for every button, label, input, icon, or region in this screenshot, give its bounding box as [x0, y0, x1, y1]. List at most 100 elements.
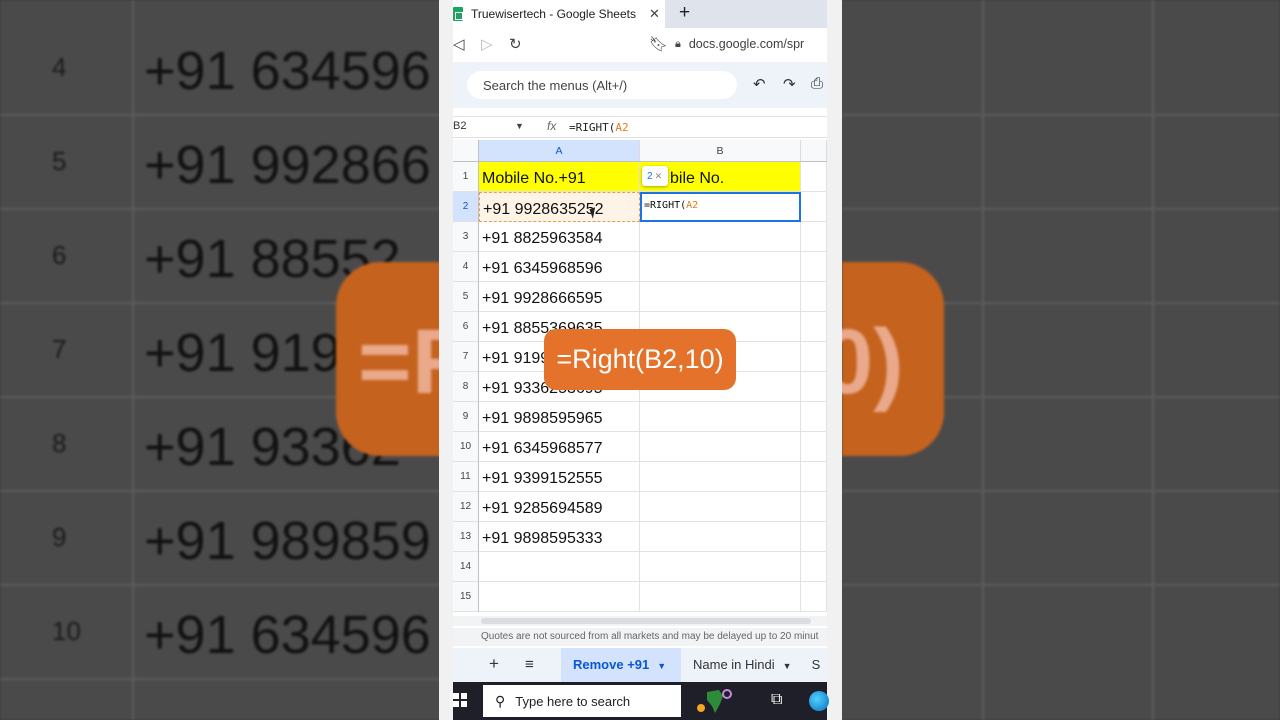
back-icon[interactable]: ◁ [453, 35, 465, 53]
scrollbar-thumb[interactable] [481, 618, 811, 624]
cell-a[interactable]: +91 6345968577 [479, 432, 640, 462]
taskbar-search-box[interactable]: ⚲ Type here to search [483, 685, 681, 717]
row-header[interactable]: 7 [453, 342, 479, 372]
row-header[interactable]: 2 [453, 192, 479, 222]
quotes-disclaimer: Quotes are not sourced from all markets … [453, 628, 827, 646]
table-row: 1 Mobile No.+91 bile No. [453, 162, 827, 192]
cell-c[interactable] [801, 312, 827, 342]
bg-row-value: +91 919 [144, 323, 341, 383]
select-all-corner[interactable] [453, 140, 479, 162]
cell-b[interactable] [640, 522, 801, 552]
column-header-c[interactable] [801, 140, 827, 162]
cell-a[interactable]: +91 9399152555 [479, 462, 640, 492]
cell-a[interactable]: +91 9898595965 [479, 402, 640, 432]
sheet-tab[interactable]: Name in Hindi ▼ S [681, 648, 820, 682]
cell-b[interactable] [640, 552, 801, 582]
autocomplete-chip[interactable]: 2 ✕ [642, 166, 668, 186]
cell-b2-editor[interactable]: =RIGHT(A2 [640, 192, 801, 222]
forward-icon[interactable]: ▷ [481, 35, 493, 53]
row-header[interactable]: 8 [453, 372, 479, 402]
column-header-a[interactable]: A [479, 140, 640, 162]
cell-c[interactable] [801, 402, 827, 432]
cell-b[interactable] [640, 252, 801, 282]
formula-input[interactable]: =RIGHT(A2 [569, 121, 629, 134]
redo-icon[interactable]: ↷ [783, 75, 796, 93]
cell-a[interactable]: +91 6345968596 [479, 252, 640, 282]
row-header[interactable]: 14 [453, 552, 479, 582]
cell-b[interactable] [640, 462, 801, 492]
close-tab-icon[interactable]: ✕ [649, 6, 660, 22]
row-header[interactable]: 10 [453, 432, 479, 462]
add-sheet-icon[interactable]: + [489, 654, 499, 674]
cell-c[interactable] [801, 522, 827, 552]
chevron-down-icon[interactable]: ▼ [657, 661, 666, 671]
table-row: 10 +91 6345968577 [453, 432, 827, 462]
cell-a[interactable]: +91 8825963584 [479, 222, 640, 252]
cell-b[interactable] [640, 582, 801, 612]
cell-a[interactable]: +91 9285694589 [479, 492, 640, 522]
row-header[interactable]: 11 [453, 462, 479, 492]
row-header[interactable]: 3 [453, 222, 479, 252]
cell-a[interactable]: +91 9898595333 [479, 522, 640, 552]
bg-row: 10 +91 634596 [0, 586, 440, 680]
cell-c[interactable] [801, 222, 827, 252]
sheet-tab-active[interactable]: Remove +91 ▼ [561, 648, 681, 682]
windows-start-icon[interactable] [453, 693, 467, 707]
editor-formula-prefix: =RIGHT( [644, 200, 687, 211]
cell-a1[interactable]: Mobile No.+91 [479, 162, 640, 192]
bg-row-number: 4 [52, 52, 67, 82]
print-icon[interactable]: ⎙ [811, 75, 823, 92]
browser-tab-title: Truewisertech - Google Sheets [471, 7, 636, 21]
cell-c[interactable] [801, 492, 827, 522]
row-header[interactable]: 15 [453, 582, 479, 612]
column-header-b[interactable]: B [640, 140, 801, 162]
task-view-icon[interactable]: ⧉ [771, 691, 782, 709]
row-header[interactable]: 5 [453, 282, 479, 312]
horizontal-scrollbar[interactable] [453, 616, 827, 626]
cell-c[interactable] [801, 282, 827, 312]
cell-b[interactable] [640, 432, 801, 462]
row-header[interactable]: 13 [453, 522, 479, 552]
chip-close-icon[interactable]: ✕ [655, 171, 663, 181]
bookmark-icon[interactable]: 🔖︎ [649, 35, 668, 53]
cell-c[interactable] [801, 462, 827, 492]
cell-c[interactable] [801, 582, 827, 612]
row-header[interactable]: 6 [453, 312, 479, 342]
cell-a[interactable]: +91 9928666595 [479, 282, 640, 312]
new-tab-icon[interactable]: + [679, 2, 690, 24]
row-header[interactable]: 4 [453, 252, 479, 282]
name-box[interactable]: B2 [453, 120, 466, 132]
cell-c[interactable] [801, 252, 827, 282]
name-box-dropdown-icon[interactable]: ▼ [515, 121, 524, 131]
cell-a[interactable] [479, 552, 640, 582]
cell-c[interactable] [801, 432, 827, 462]
row-header[interactable]: 12 [453, 492, 479, 522]
browser-tab[interactable]: Truewisertech - Google Sheets ✕ [453, 0, 665, 28]
formula-overlay-banner: =Right(B2,10) [544, 329, 736, 390]
bg-row-number: 5 [52, 146, 67, 176]
cell-a[interactable] [479, 582, 640, 612]
cell-b[interactable] [640, 402, 801, 432]
url-field[interactable]: 🔒︎ docs.google.com/spr [675, 32, 845, 56]
edge-browser-icon[interactable] [809, 691, 829, 711]
bg-row-value: +91 989859 [144, 511, 431, 571]
all-sheets-icon[interactable]: ≡ [525, 656, 534, 673]
africa-widget-icon[interactable] [693, 686, 733, 716]
row-header[interactable]: 1 [453, 162, 479, 192]
cell-b[interactable] [640, 492, 801, 522]
bg-row-value: +91 634596 [144, 41, 431, 101]
search-menus-input[interactable]: Search the menus (Alt+/) [467, 71, 737, 99]
cell-c1[interactable] [801, 162, 827, 192]
cell-a2[interactable]: +91 9928635252 [479, 192, 640, 222]
row-header[interactable]: 9 [453, 402, 479, 432]
cell-c[interactable] [801, 372, 827, 402]
cell-c[interactable] [801, 342, 827, 372]
table-row: 14 [453, 552, 827, 582]
cell-c2[interactable] [801, 192, 827, 222]
cell-b[interactable] [640, 222, 801, 252]
chevron-down-icon[interactable]: ▼ [783, 661, 792, 671]
cell-b[interactable] [640, 282, 801, 312]
undo-icon[interactable]: ↶ [753, 75, 766, 93]
reload-icon[interactable]: ↻ [509, 35, 522, 53]
cell-c[interactable] [801, 552, 827, 582]
